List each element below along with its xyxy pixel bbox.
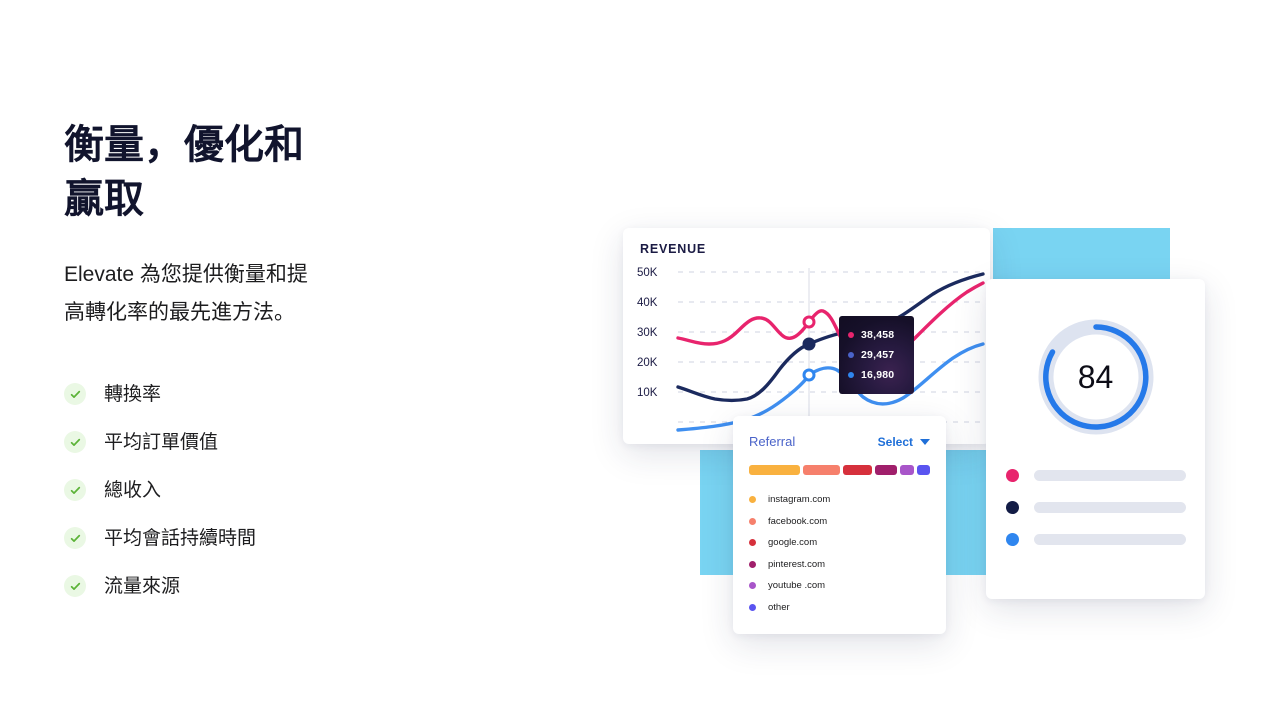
hero-text-column: 衡量，優化和 贏取 Elevate 為您提供衡量和提高轉化率的最先進方法。 轉換…: [64, 118, 364, 610]
referral-stacked-bar: [749, 465, 930, 475]
placeholder-bar: [1034, 501, 1186, 513]
bar-segment: [916, 465, 930, 475]
svg-text:10K: 10K: [637, 387, 658, 399]
list-item-label: pinterest.com: [768, 558, 826, 570]
series-dot-icon: [749, 603, 756, 611]
list-item: youtube .com: [749, 575, 930, 597]
series-dot-icon: [749, 539, 756, 547]
chevron-down-icon: [920, 438, 930, 445]
tooltip-row: 38,458: [848, 325, 914, 345]
score-card: 84: [986, 279, 1205, 599]
check-icon: [64, 479, 86, 501]
series-dot-icon: [848, 372, 854, 378]
series-dot-icon: [749, 560, 756, 568]
list-item-label: google.com: [768, 537, 818, 549]
svg-text:30K: 30K: [637, 327, 658, 339]
tooltip-value: 29,457: [861, 349, 895, 361]
page-title: 衡量，優化和 贏取: [64, 123, 304, 221]
check-icon: [64, 575, 86, 597]
list-item-label: facebook.com: [768, 515, 828, 527]
score-gauge: 84: [1031, 312, 1161, 442]
list-item-label: youtube .com: [768, 580, 826, 592]
revenue-card: REVENUE 50K 40K 30K 20K 10K 38,458 29,45…: [623, 228, 990, 444]
bar-segment: [749, 465, 801, 475]
chart-tooltip: 38,458 29,457 16,980: [839, 316, 914, 394]
series-dot-icon: [749, 496, 756, 504]
list-item: pinterest.com: [749, 554, 930, 576]
list-item: [1006, 523, 1186, 555]
list-item: [1006, 459, 1186, 491]
list-item: instagram.com: [749, 489, 930, 511]
referral-card-title: Referral: [749, 434, 796, 449]
tooltip-value: 38,458: [861, 329, 895, 341]
list-item-label: 平均會話持續時間: [104, 527, 257, 549]
score-detail-rows: [1006, 459, 1186, 555]
list-item: 總收入: [64, 466, 364, 514]
check-icon: [64, 431, 86, 453]
svg-text:40K: 40K: [637, 297, 658, 309]
score-value: 84: [1077, 358, 1114, 395]
referral-legend: instagram.com facebook.com google.com pi…: [749, 489, 930, 618]
svg-text:50K: 50K: [637, 267, 658, 279]
series-dot-icon: [1006, 500, 1019, 514]
tooltip-row: 16,980: [848, 365, 914, 385]
hero-section: 衡量，優化和 贏取 Elevate 為您提供衡量和提高轉化率的最先進方法。 轉換…: [0, 0, 1280, 720]
series-dot-icon: [749, 517, 756, 525]
select-dropdown-label: Select: [877, 434, 913, 449]
placeholder-bar: [1034, 533, 1186, 545]
referral-card-header: Referral Select: [749, 434, 930, 449]
dashboard-illustration: REVENUE 50K 40K 30K 20K 10K 38,458 29,45…: [600, 200, 1240, 670]
series-dot-icon: [749, 582, 756, 590]
list-item-label: instagram.com: [768, 494, 831, 506]
series-dot-icon: [848, 332, 854, 338]
list-item: 轉換率: [64, 370, 364, 418]
list-item-label: 總收入: [104, 479, 162, 501]
list-item: facebook.com: [749, 511, 930, 533]
list-item-label: other: [768, 601, 790, 613]
bar-segment: [874, 465, 898, 475]
hero-subcopy: Elevate 為您提供衡量和提高轉化率的最先進方法。: [64, 263, 308, 324]
bar-segment: [842, 465, 872, 475]
list-item: 平均訂單價值: [64, 418, 364, 466]
list-item-label: 轉換率: [104, 383, 162, 405]
tooltip-value: 16,980: [861, 369, 895, 381]
check-icon: [64, 527, 86, 549]
referral-card: Referral Select instagram.com facebook.c…: [733, 416, 946, 634]
list-item: google.com: [749, 532, 930, 554]
list-item: 流量來源: [64, 562, 364, 610]
select-dropdown[interactable]: Select: [878, 435, 930, 449]
series-dot-icon: [848, 352, 854, 358]
bar-segment: [900, 465, 914, 475]
list-item-label: 流量來源: [104, 575, 181, 597]
tooltip-row: 29,457: [848, 345, 914, 365]
placeholder-bar: [1034, 469, 1186, 481]
list-item-label: 平均訂單價值: [104, 431, 219, 453]
series-dot-icon: [1006, 532, 1019, 546]
list-item: 平均會話持續時間: [64, 514, 364, 562]
revenue-card-title: REVENUE: [640, 242, 707, 256]
bar-segment: [803, 465, 840, 475]
feature-checklist: 轉換率 平均訂單價值 總收入 平均會話持續時間 流量來源: [64, 370, 364, 610]
list-item: other: [749, 597, 930, 619]
check-icon: [64, 383, 86, 405]
series-dot-icon: [1006, 468, 1019, 482]
svg-text:20K: 20K: [637, 357, 658, 369]
list-item: [1006, 491, 1186, 523]
